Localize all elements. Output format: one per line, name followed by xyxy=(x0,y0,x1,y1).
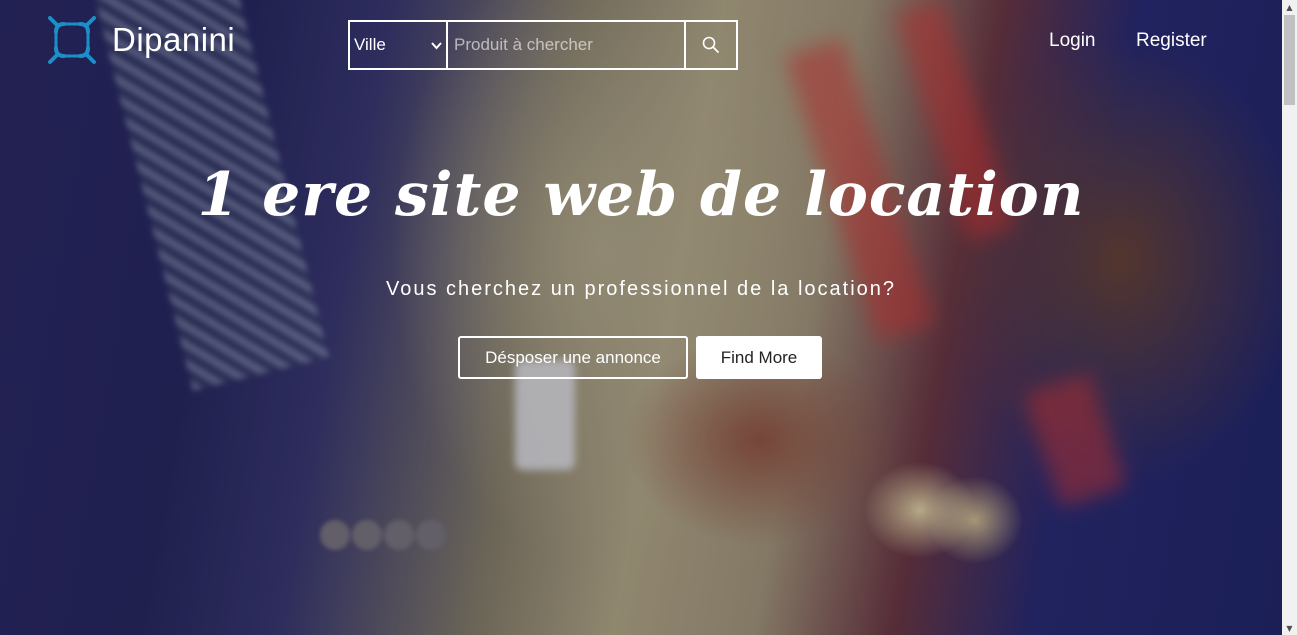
search-icon xyxy=(702,36,719,53)
scroll-down-icon[interactable]: ▼ xyxy=(1282,621,1297,635)
site-logo[interactable]: Dipanini xyxy=(46,14,235,66)
scroll-up-icon[interactable]: ▲ xyxy=(1282,0,1297,14)
city-select-value: Ville xyxy=(354,35,386,54)
logo-icon xyxy=(48,16,96,64)
search-button[interactable] xyxy=(686,20,738,70)
hero-headline: 1 ere site web de location xyxy=(197,160,1085,230)
register-link[interactable]: Register xyxy=(1136,30,1207,52)
chevron-down-icon xyxy=(431,37,442,53)
scroll-thumb[interactable] xyxy=(1284,15,1295,105)
login-link[interactable]: Login xyxy=(1049,30,1096,52)
page-scrollbar[interactable]: ▲ ▼ xyxy=(1282,0,1297,635)
brand-name: Dipanini xyxy=(112,21,236,58)
city-select[interactable]: Ville xyxy=(348,20,448,70)
hero-background xyxy=(0,0,1282,635)
post-ad-button[interactable]: Désposer une annonce xyxy=(458,336,688,379)
search-input[interactable] xyxy=(448,20,686,70)
search-bar: Ville xyxy=(348,20,738,70)
hero-subheadline: Vous cherchez un professionnel de la loc… xyxy=(385,278,897,300)
find-more-button[interactable]: Find More xyxy=(696,336,822,379)
